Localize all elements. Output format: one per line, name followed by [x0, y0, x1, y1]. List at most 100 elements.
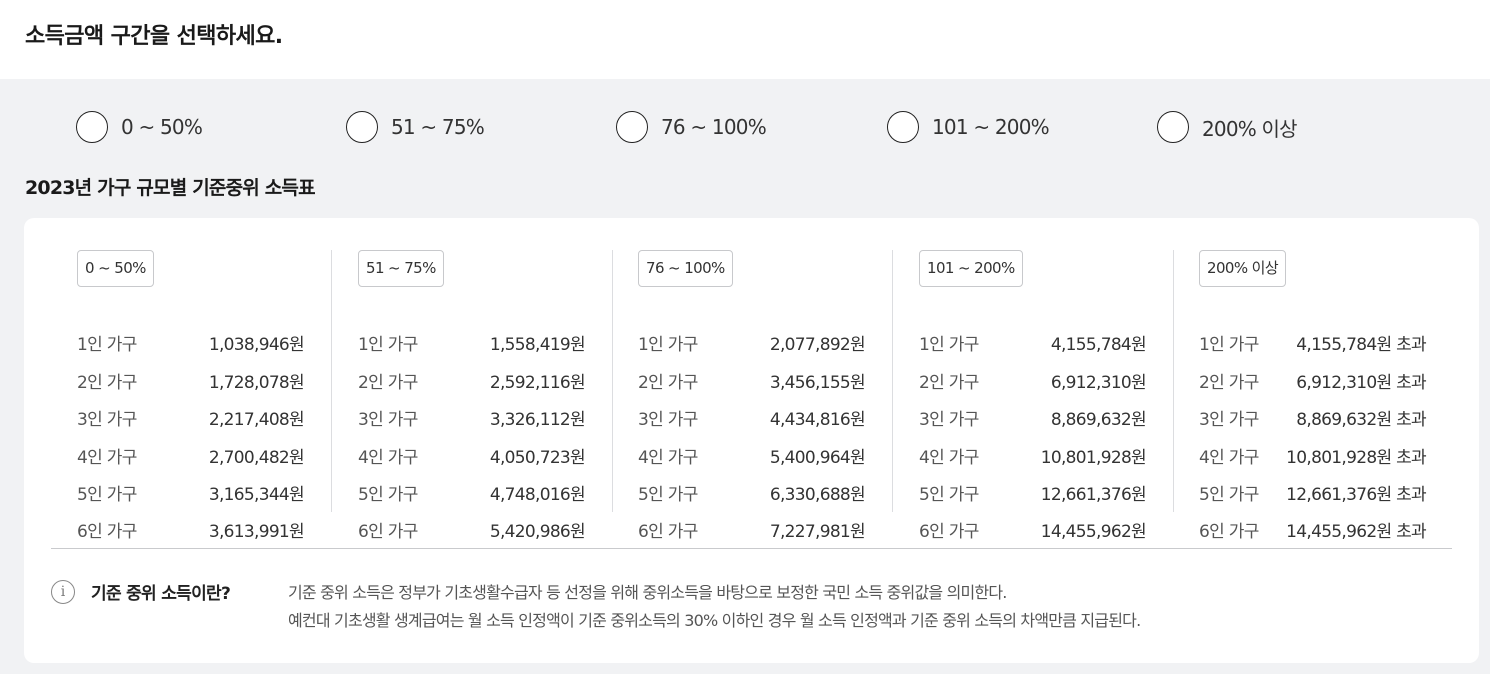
option-label: 200% 이상: [1202, 116, 1298, 141]
radio-button[interactable]: [346, 111, 378, 143]
household-size: 6인 가구: [919, 521, 979, 542]
household-size: 4인 가구: [1199, 447, 1259, 468]
range-badge: 101 ~ 200%: [919, 250, 1023, 287]
income-amount: 10,801,928원 초과: [1286, 447, 1427, 468]
income-amount: 4,155,784원 초과: [1296, 334, 1426, 355]
income-amount: 8,869,632원 초과: [1296, 409, 1426, 430]
income-amount: 6,912,310원 초과: [1296, 372, 1426, 393]
income-amount: 12,661,376원: [1040, 484, 1147, 505]
radio-button[interactable]: [76, 111, 108, 143]
option-200-plus[interactable]: 200% 이상: [1157, 110, 1298, 144]
table-row: 6인 가구 7,227,981원: [638, 517, 866, 542]
income-amount: 4,050,723원: [489, 447, 586, 468]
income-amount: 5,420,986원: [489, 521, 586, 542]
income-column-76-100: 76 ~ 100% 1인 가구 2,077,892원 2인 가구 3,456,155…: [638, 250, 893, 542]
income-table-title: 2023년 가구 규모별 기준중위 소득표: [25, 177, 316, 199]
income-amount: 1,728,078원: [208, 372, 305, 393]
table-row: 4인 가구 5,400,964원: [638, 443, 866, 468]
option-label: 101 ~ 200%: [932, 115, 1050, 139]
household-size: 3인 가구: [638, 409, 698, 430]
table-row: 2인 가구 6,912,310원: [919, 368, 1147, 393]
radio-button[interactable]: [887, 111, 919, 143]
table-row: 1인 가구 1,558,419원: [358, 330, 586, 355]
income-amount: 6,912,310원: [1050, 372, 1147, 393]
household-size: 2인 가구: [358, 372, 418, 393]
table-row: 2인 가구 3,456,155원: [638, 368, 866, 393]
income-amount: 4,748,016원: [489, 484, 586, 505]
household-size: 6인 가구: [358, 521, 418, 542]
income-amount: 2,700,482원: [208, 447, 305, 468]
table-row: 3인 가구 4,434,816원: [638, 405, 866, 430]
table-row: 6인 가구 5,420,986원: [358, 517, 586, 542]
income-amount: 1,038,946원: [208, 334, 305, 355]
income-amount: 14,455,962원: [1040, 521, 1147, 542]
income-table-card: 0 ~ 50% 1인 가구 1,038,946원 2인 가구 1,728,078원 …: [24, 218, 1479, 663]
household-size: 4인 가구: [638, 447, 698, 468]
option-101-200[interactable]: 101 ~ 200%: [887, 110, 1050, 144]
income-amount: 3,456,155원: [769, 372, 866, 393]
table-row: 3인 가구 8,869,632원: [919, 405, 1147, 430]
household-size: 5인 가구: [358, 484, 418, 505]
table-row: 2인 가구 6,912,310원 초과: [1199, 368, 1427, 393]
table-row: 5인 가구 4,748,016원: [358, 480, 586, 505]
info-title: 기준 중위 소득이란?: [91, 584, 231, 604]
income-amount: 8,869,632원: [1050, 409, 1147, 430]
range-badge: 200% 이상: [1199, 250, 1287, 287]
household-size: 5인 가구: [1199, 484, 1259, 505]
table-row: 3인 가구 2,217,408원: [77, 405, 305, 430]
table-row: 4인 가구 10,801,928원: [919, 443, 1147, 468]
income-amount: 4,155,784원: [1050, 334, 1147, 355]
income-amount: 2,217,408원: [208, 409, 305, 430]
table-row: 4인 가구 10,801,928원 초과: [1199, 443, 1427, 468]
option-51-75[interactable]: 51 ~ 75%: [346, 110, 485, 144]
income-amount: 14,455,962원 초과: [1286, 521, 1427, 542]
income-amount: 1,558,419원: [489, 334, 586, 355]
table-row: 5인 가구 12,661,376원: [919, 480, 1147, 505]
table-row: 3인 가구 8,869,632원 초과: [1199, 405, 1427, 430]
table-row: 6인 가구 14,455,962원: [919, 517, 1147, 542]
table-row: 1인 가구 2,077,892원: [638, 330, 866, 355]
income-column-200-plus: 200% 이상 1인 가구 4,155,784원 초과 2인 가구 6,912,31…: [1199, 250, 1454, 542]
table-row: 5인 가구 12,661,376원 초과: [1199, 480, 1427, 505]
income-amount: 10,801,928원: [1040, 447, 1147, 468]
divider: [51, 548, 1452, 549]
household-size: 1인 가구: [1199, 334, 1259, 355]
household-size: 5인 가구: [638, 484, 698, 505]
household-size: 4인 가구: [919, 447, 979, 468]
page-header: 소득금액 구간을 선택하세요.: [0, 0, 1490, 79]
household-size: 3인 가구: [77, 409, 137, 430]
household-size: 5인 가구: [77, 484, 137, 505]
range-badge: 76 ~ 100%: [638, 250, 733, 287]
radio-button[interactable]: [1157, 111, 1189, 143]
table-row: 5인 가구 3,165,344원: [77, 480, 305, 505]
table-row: 4인 가구 2,700,482원: [77, 443, 305, 468]
income-column-51-75: 51 ~ 75% 1인 가구 1,558,419원 2인 가구 2,592,116원…: [358, 250, 613, 542]
income-amount: 3,165,344원: [208, 484, 305, 505]
income-column-101-200: 101 ~ 200% 1인 가구 4,155,784원 2인 가구 6,912,31…: [919, 250, 1174, 542]
household-size: 4인 가구: [77, 447, 137, 468]
radio-button[interactable]: [616, 111, 648, 143]
option-76-100[interactable]: 76 ~ 100%: [616, 110, 767, 144]
table-row: 3인 가구 3,326,112원: [358, 405, 586, 430]
info-description-line-1: 기준 중위 소득은 정부가 기초생활수급자 등 선정을 위해 중위소득을 바탕으…: [288, 583, 1007, 602]
table-row: 2인 가구 2,592,116원: [358, 368, 586, 393]
household-size: 6인 가구: [77, 521, 137, 542]
table-row: 4인 가구 4,050,723원: [358, 443, 586, 468]
income-amount: 2,592,116원: [489, 372, 586, 393]
income-amount: 12,661,376원 초과: [1286, 484, 1427, 505]
table-row: 1인 가구 4,155,784원: [919, 330, 1147, 355]
option-label: 0 ~ 50%: [121, 115, 203, 139]
income-amount: 6,330,688원: [769, 484, 866, 505]
income-amount: 3,613,991원: [208, 521, 305, 542]
household-size: 5인 가구: [919, 484, 979, 505]
range-badge: 0 ~ 50%: [77, 250, 154, 287]
option-label: 51 ~ 75%: [391, 115, 485, 139]
option-0-50[interactable]: 0 ~ 50%: [76, 110, 203, 144]
household-size: 1인 가구: [358, 334, 418, 355]
table-row: 2인 가구 1,728,078원: [77, 368, 305, 393]
table-row: 6인 가구 14,455,962원 초과: [1199, 517, 1427, 542]
info-description-line-2: 예컨대 기초생활 생계급여는 월 소득 인정액이 기준 중위소득의 30% 이하…: [288, 611, 1141, 630]
table-row: 1인 가구 1,038,946원: [77, 330, 305, 355]
income-amount: 3,326,112원: [489, 409, 586, 430]
household-size: 6인 가구: [638, 521, 698, 542]
